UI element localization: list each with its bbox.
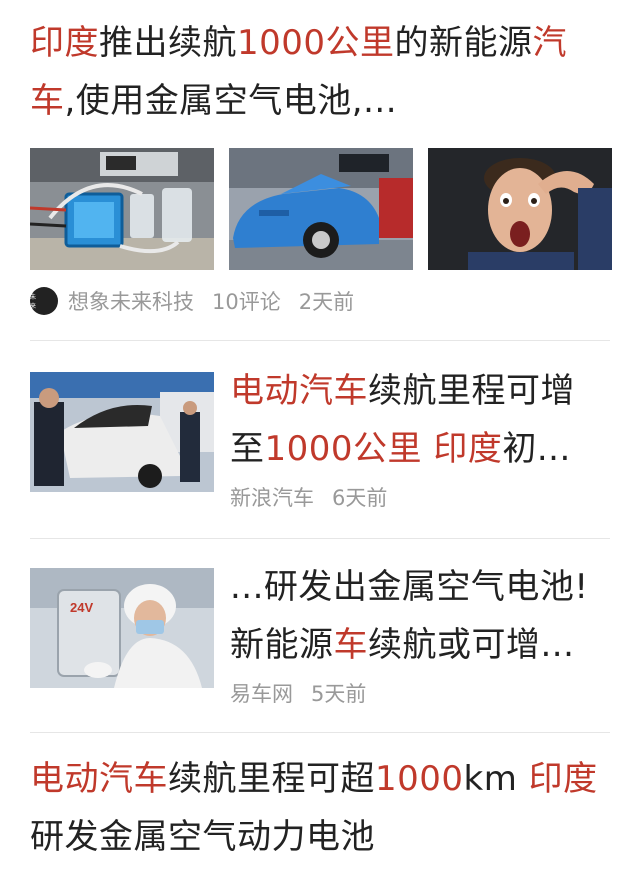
- article-meta: 易车网 5天前: [230, 678, 610, 708]
- article-text[interactable]: ...研发出金属空气电池! 新能源车续航或可增... 易车网 5天前: [230, 558, 610, 708]
- article-title[interactable]: 印度推出续航1000公里的新能源汽 车,使用金属空气电池,...: [30, 14, 610, 130]
- article-meta: 想象未来科技 想象未来科技 10评论 2天前: [30, 276, 372, 328]
- keyword-highlight: 印度: [433, 429, 503, 469]
- keyword-highlight: 1000公里: [237, 23, 395, 63]
- article-card[interactable]: 24V ...研发出金属空气电池! 新能源车续航或可增... 易车网 5天前: [30, 567, 610, 728]
- title-text: 续航里程可超: [168, 759, 375, 799]
- post-time: 5天前: [311, 682, 367, 706]
- keyword-highlight: 1000公里: [264, 429, 423, 469]
- title-text: 续航里程可增: [368, 371, 575, 411]
- article-thumbnail[interactable]: 24V: [30, 568, 214, 688]
- article-title[interactable]: 电动汽车续航里程可超1000km 印度 研发金属空气动力电池: [30, 750, 630, 866]
- title-text: km: [463, 759, 529, 799]
- keyword-highlight: 车: [333, 625, 368, 665]
- title-text: 新能源: [230, 625, 334, 665]
- avatar-text: 想象未来科技: [30, 276, 37, 328]
- source-name[interactable]: 想象未来科技: [68, 286, 194, 316]
- title-text: 研发金属空气动力电池: [30, 817, 375, 857]
- news-feed: 印度推出续航1000公里的新能源汽 车,使用金属空气电池,... 想象未来科技 …: [0, 0, 640, 870]
- divider: [30, 538, 610, 539]
- source-name[interactable]: 易车网: [230, 678, 293, 708]
- keyword-highlight: 印度: [528, 759, 598, 799]
- title-line-1: 印度推出续航1000公里的新能源汽: [30, 14, 610, 72]
- source-avatar[interactable]: 想象未来科技: [30, 276, 58, 328]
- title-text: 初...: [502, 429, 571, 469]
- article-meta: 新浪汽车 6天前: [230, 482, 610, 512]
- article-card[interactable]: 印度推出续航1000公里的新能源汽 车,使用金属空气电池,... 想象未来科技 …: [30, 14, 612, 328]
- article-card[interactable]: 电动汽车续航里程可增 至1000公里 印度初... 新浪汽车 6天前: [30, 371, 610, 532]
- article-title[interactable]: 电动汽车续航里程可增 至1000公里 印度初...: [230, 362, 610, 478]
- title-line-1: 电动汽车续航里程可增: [230, 362, 610, 420]
- article-card[interactable]: 电动汽车续航里程可超1000km 印度 研发金属空气动力电池: [30, 750, 630, 866]
- post-time: 2天前: [298, 290, 355, 314]
- keyword-highlight: 印度: [30, 23, 99, 63]
- title-line-2: 车,使用金属空气电池,...: [30, 72, 610, 130]
- title-line-2: 研发金属空气动力电池: [30, 808, 630, 866]
- keyword-highlight: 汽: [532, 23, 568, 63]
- title-text: ,使用金属空气电池,...: [64, 81, 398, 121]
- battery-label: 24V: [70, 600, 93, 615]
- keyword-highlight: 电动汽车: [230, 371, 368, 411]
- thumbnail-shocked-person[interactable]: [428, 148, 612, 270]
- title-text: 至: [230, 429, 265, 469]
- title-line-1: ...研发出金属空气电池!: [230, 558, 610, 616]
- title-text: 推出续航: [99, 23, 237, 63]
- article-text[interactable]: 电动汽车续航里程可增 至1000公里 印度初... 新浪汽车 6天前: [230, 362, 610, 512]
- article-title[interactable]: ...研发出金属空气电池! 新能源车续航或可增...: [230, 558, 610, 674]
- thumbnail-car-garage[interactable]: [229, 148, 413, 270]
- article-thumbnail[interactable]: [30, 372, 214, 492]
- keyword-highlight: 电动汽车: [30, 759, 168, 799]
- keyword-highlight: 车: [30, 81, 65, 121]
- divider: [30, 732, 610, 733]
- post-time: 6天前: [332, 486, 388, 510]
- source-name[interactable]: 新浪汽车: [230, 482, 314, 512]
- thumbnail-row[interactable]: [30, 148, 612, 270]
- thumbnail-lab-battery[interactable]: [30, 148, 214, 270]
- title-line-2: 新能源车续航或可增...: [230, 616, 610, 674]
- divider: [30, 340, 610, 341]
- title-line-1: 电动汽车续航里程可超1000km 印度: [30, 750, 630, 808]
- title-text: ...研发出金属空气电池!: [230, 567, 589, 607]
- title-line-2: 至1000公里 印度初...: [230, 420, 610, 478]
- title-text: 续航或可增...: [368, 625, 575, 665]
- title-text: [422, 429, 433, 469]
- keyword-highlight: 1000: [375, 759, 464, 799]
- comment-count[interactable]: 10评论: [212, 286, 281, 316]
- title-text: 的新能源: [394, 23, 533, 63]
